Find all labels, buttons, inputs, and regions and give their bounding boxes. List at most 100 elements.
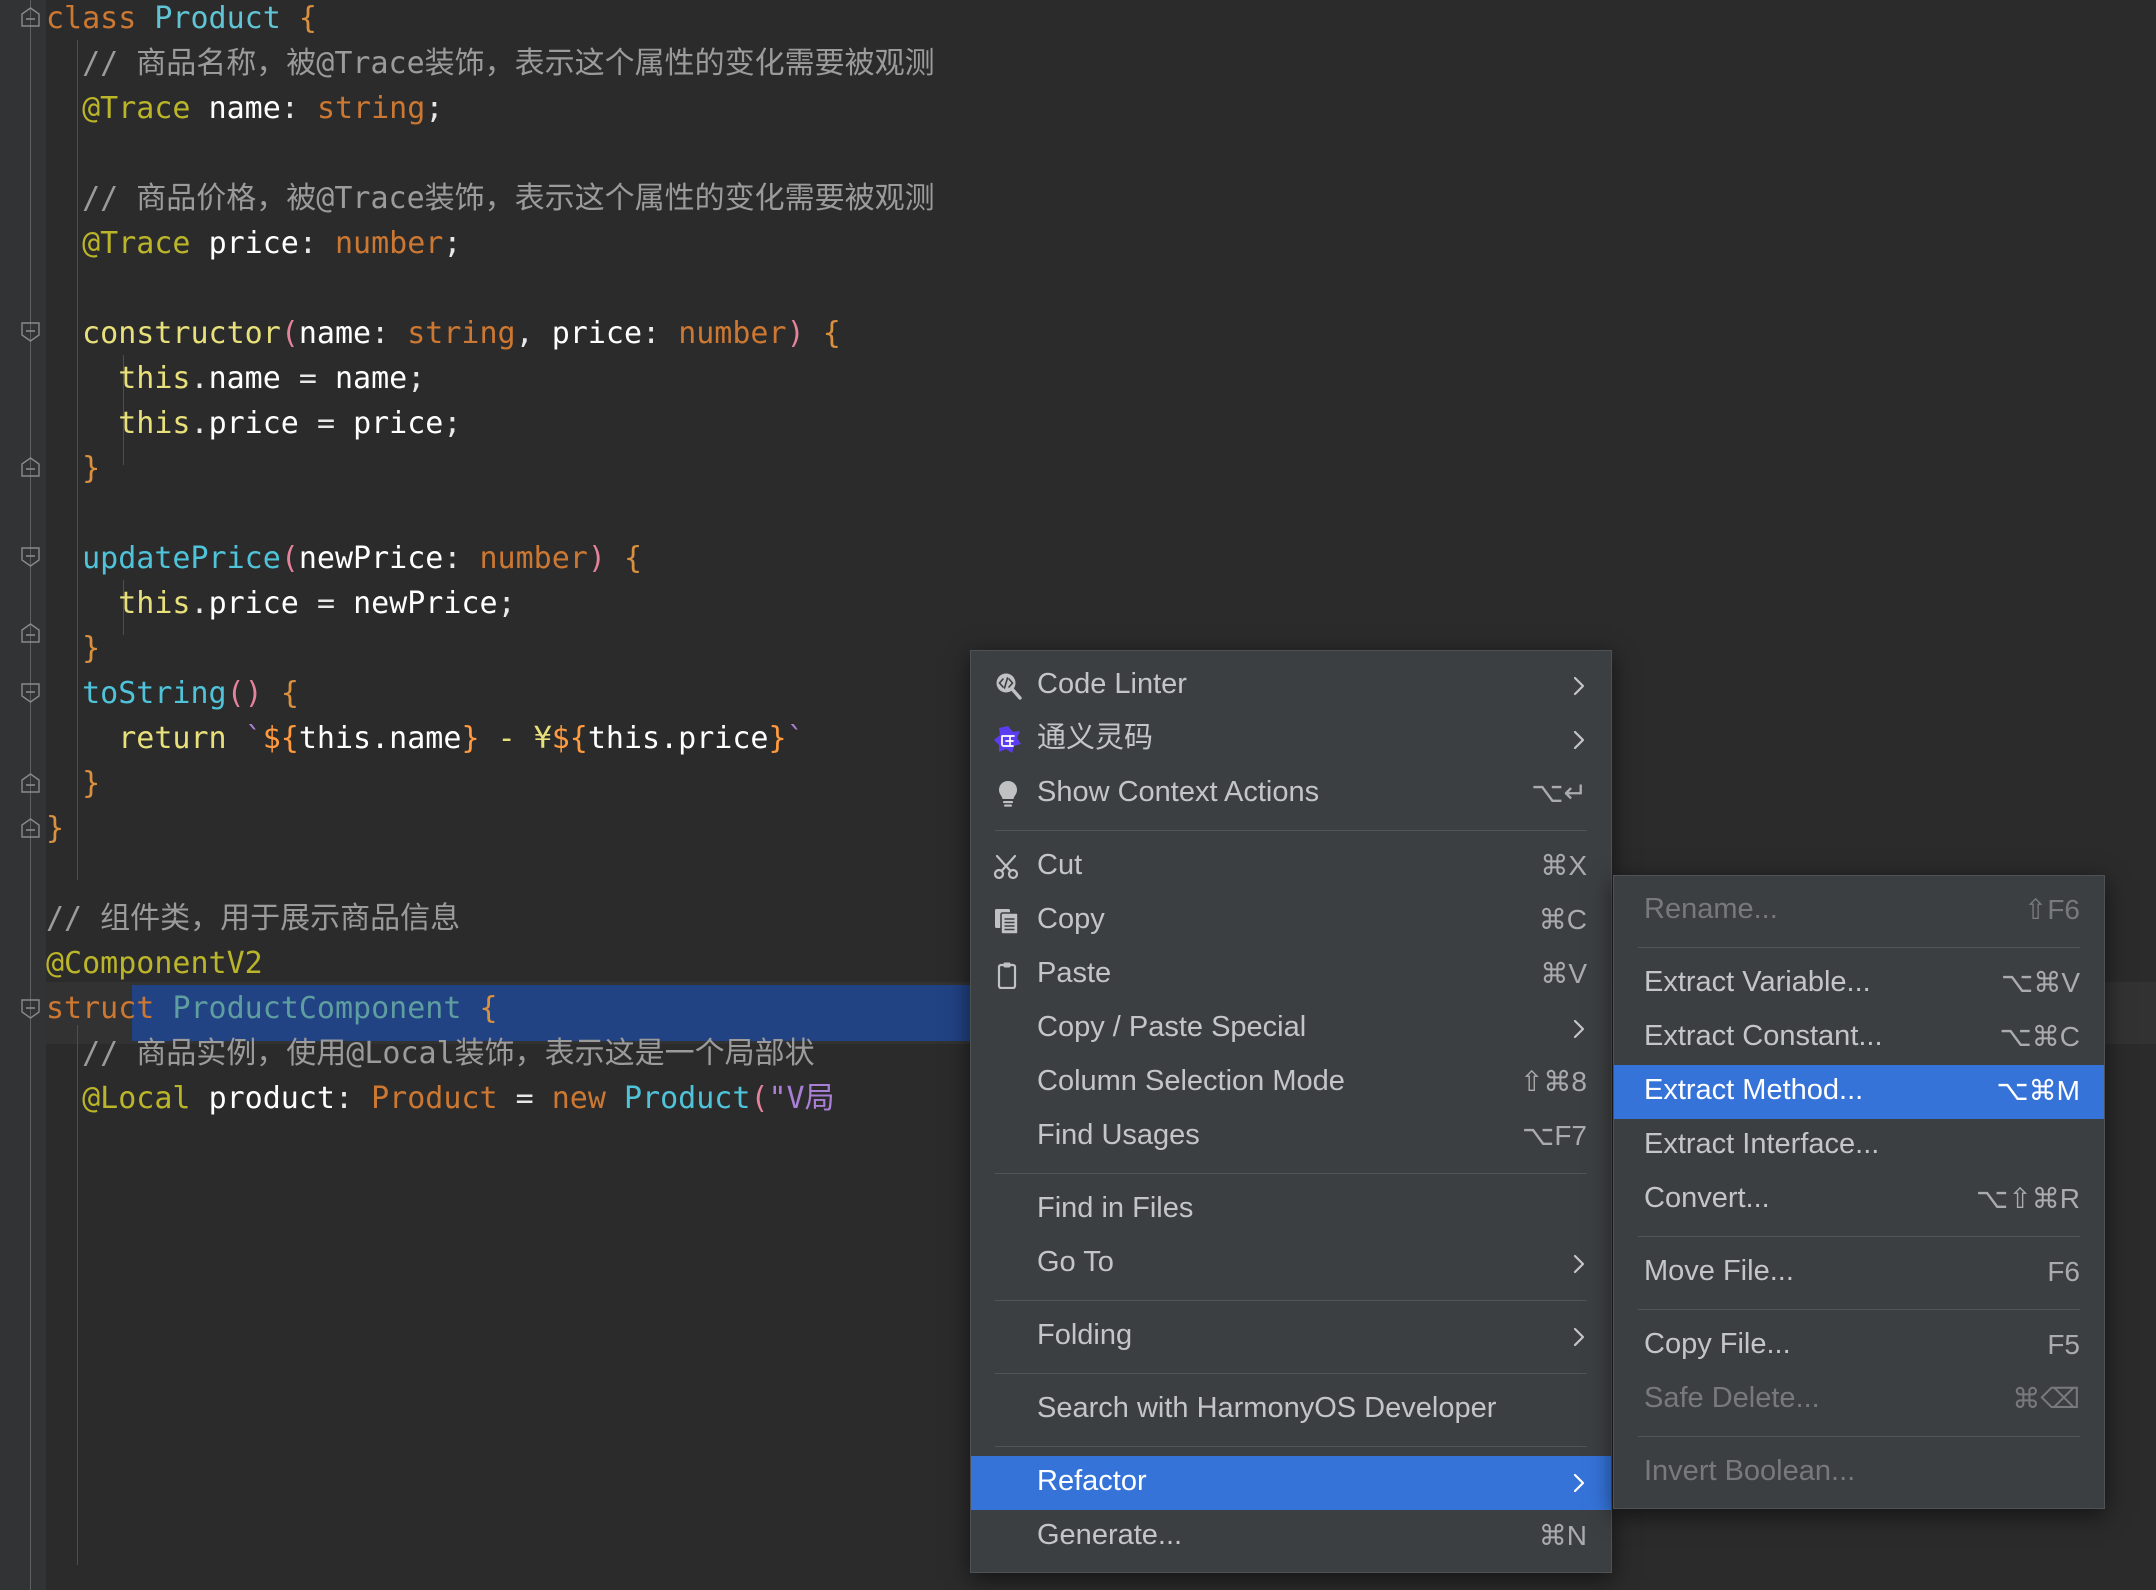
submenu-item-shortcut: F6 bbox=[2047, 1255, 2080, 1287]
menu-separator bbox=[1638, 947, 2080, 948]
submenu-item-move-file[interactable]: Move File... F6 bbox=[1614, 1246, 2104, 1300]
code-line-19: } bbox=[46, 811, 65, 846]
menu-item-go-to[interactable]: Go To bbox=[971, 1237, 1611, 1291]
menu-item-paste[interactable]: Paste ⌘V bbox=[971, 948, 1611, 1002]
submenu-item-label: Extract Variable... bbox=[1644, 966, 1871, 998]
menu-item-generate[interactable]: Generate... ⌘N bbox=[971, 1510, 1611, 1564]
submenu-item-label: Extract Interface... bbox=[1644, 1128, 1880, 1160]
code-line-25: @Local product: Product = new Product("V… bbox=[82, 1081, 835, 1116]
menu-item-label: Go To bbox=[1037, 1246, 1114, 1278]
menu-item-label: Folding bbox=[1037, 1319, 1133, 1351]
refactor-submenu[interactable]: Rename... ⇧F6 Extract Variable... ⌥⌘V Ex… bbox=[1613, 875, 2105, 1509]
menu-item-shortcut: ⌘V bbox=[1540, 957, 1587, 989]
submenu-item-shortcut: ⌥⌘V bbox=[2001, 966, 2080, 998]
gutter-divider bbox=[30, 0, 31, 1590]
submenu-item-label: Extract Constant... bbox=[1644, 1020, 1883, 1052]
menu-separator bbox=[995, 1446, 1587, 1447]
chevron-right-icon bbox=[1571, 1018, 1587, 1040]
fold-marker-update-price-end[interactable] bbox=[19, 622, 42, 645]
code-line-11: } bbox=[82, 451, 101, 486]
menu-item-copy[interactable]: Copy ⌘C bbox=[971, 894, 1611, 948]
submenu-item-label: Convert... bbox=[1644, 1182, 1770, 1214]
menu-item-column-selection-mode[interactable]: Column Selection Mode ⇧⌘8 bbox=[971, 1056, 1611, 1110]
chevron-right-icon bbox=[1571, 1472, 1587, 1494]
menu-item-code-linter[interactable]: Code Linter bbox=[971, 659, 1611, 713]
menu-item-refactor[interactable]: Refactor bbox=[971, 1456, 1611, 1510]
menu-item-label: Code Linter bbox=[1037, 668, 1187, 700]
code-line-10: this.price = price; bbox=[118, 406, 462, 441]
context-menu[interactable]: Code Linter 通义灵码 Show Context Actions ⌥↵… bbox=[970, 650, 1612, 1573]
submenu-item-rename[interactable]: Rename... ⇧F6 bbox=[1614, 884, 2104, 938]
menu-separator bbox=[995, 1373, 1587, 1374]
submenu-item-extract-interface[interactable]: Extract Interface... bbox=[1614, 1119, 2104, 1173]
menu-separator bbox=[995, 1300, 1587, 1301]
menu-item-cut[interactable]: Cut ⌘X bbox=[971, 840, 1611, 894]
code-linter-icon bbox=[993, 671, 1037, 701]
menu-item-find-in-files[interactable]: Find in Files bbox=[971, 1183, 1611, 1237]
chevron-right-icon bbox=[1571, 729, 1587, 751]
fold-marker-to-string-end[interactable] bbox=[19, 772, 42, 795]
menu-item-label: Refactor bbox=[1037, 1465, 1147, 1497]
menu-item-label: Find Usages bbox=[1037, 1119, 1200, 1151]
menu-item-tongyi-lingma[interactable]: 通义灵码 bbox=[971, 713, 1611, 767]
submenu-item-label: Rename... bbox=[1644, 893, 1778, 925]
submenu-item-shortcut: F5 bbox=[2047, 1328, 2080, 1360]
scissors-icon bbox=[993, 853, 1037, 881]
submenu-item-safe-delete[interactable]: Safe Delete... ⌘⌫ bbox=[1614, 1373, 2104, 1427]
submenu-item-label: Move File... bbox=[1644, 1255, 1794, 1287]
fold-marker-constructor[interactable] bbox=[19, 320, 42, 343]
menu-item-find-usages[interactable]: Find Usages ⌥F7 bbox=[971, 1110, 1611, 1164]
submenu-item-label: Copy File... bbox=[1644, 1328, 1791, 1360]
menu-item-shortcut: ⌥↵ bbox=[1531, 776, 1587, 808]
menu-separator bbox=[1638, 1236, 2080, 1237]
menu-item-label: Copy bbox=[1037, 903, 1105, 935]
menu-item-label: Cut bbox=[1037, 849, 1083, 881]
fold-marker-constructor-end[interactable] bbox=[19, 456, 42, 479]
menu-separator bbox=[995, 830, 1587, 831]
submenu-item-shortcut: ⌥⌘C bbox=[1999, 1020, 2081, 1052]
menu-item-label: Copy / Paste Special bbox=[1037, 1011, 1307, 1043]
menu-item-copy-paste-special[interactable]: Copy / Paste Special bbox=[971, 1002, 1611, 1056]
menu-item-folding[interactable]: Folding bbox=[971, 1310, 1611, 1364]
submenu-item-label: Safe Delete... bbox=[1644, 1382, 1820, 1414]
submenu-item-extract-constant[interactable]: Extract Constant... ⌥⌘C bbox=[1614, 1011, 2104, 1065]
menu-item-label: Column Selection Mode bbox=[1037, 1065, 1345, 1097]
code-line-6: @Trace price: number; bbox=[82, 226, 462, 261]
menu-item-show-context-actions[interactable]: Show Context Actions ⌥↵ bbox=[971, 767, 1611, 821]
fold-marker-class-end[interactable] bbox=[19, 817, 42, 840]
chevron-right-icon bbox=[1571, 1253, 1587, 1275]
code-line-3: @Trace name: string; bbox=[82, 91, 444, 126]
submenu-item-extract-method[interactable]: Extract Method... ⌥⌘M bbox=[1614, 1065, 2104, 1119]
code-line-17-selected: return `${this.name} - ¥${this.price}` bbox=[118, 721, 805, 756]
menu-item-label: Generate... bbox=[1037, 1519, 1183, 1551]
chevron-right-icon bbox=[1571, 675, 1587, 697]
menu-item-label: Paste bbox=[1037, 957, 1112, 989]
menu-item-label: Show Context Actions bbox=[1037, 776, 1320, 808]
menu-separator bbox=[1638, 1436, 2080, 1437]
tongyi-lingma-icon bbox=[993, 725, 1037, 755]
menu-item-shortcut: ⌥F7 bbox=[1522, 1119, 1587, 1151]
submenu-item-label: Invert Boolean... bbox=[1644, 1455, 1856, 1487]
editor-gutter bbox=[0, 0, 46, 1590]
menu-item-label: Find in Files bbox=[1037, 1192, 1194, 1224]
fold-marker-class[interactable] bbox=[19, 6, 42, 29]
clipboard-icon bbox=[993, 961, 1037, 989]
menu-separator bbox=[995, 1173, 1587, 1174]
fold-marker-to-string[interactable] bbox=[19, 681, 42, 704]
menu-item-shortcut: ⌘C bbox=[1538, 903, 1587, 935]
code-line-14: this.price = newPrice; bbox=[118, 586, 516, 621]
submenu-item-label: Extract Method... bbox=[1644, 1074, 1864, 1106]
submenu-item-convert[interactable]: Convert... ⌥⇧⌘R bbox=[1614, 1173, 2104, 1227]
submenu-item-shortcut: ⌥⇧⌘R bbox=[1976, 1182, 2080, 1214]
menu-item-search-harmonyos-developer[interactable]: Search with HarmonyOS Developer bbox=[971, 1383, 1611, 1437]
menu-item-label: 通义灵码 bbox=[1037, 722, 1154, 754]
submenu-item-shortcut: ⌘⌫ bbox=[2012, 1382, 2080, 1414]
fold-marker-struct[interactable] bbox=[19, 997, 42, 1020]
submenu-item-copy-file[interactable]: Copy File... F5 bbox=[1614, 1319, 2104, 1373]
fold-marker-update-price[interactable] bbox=[19, 545, 42, 568]
chevron-right-icon bbox=[1571, 1326, 1587, 1348]
submenu-item-invert-boolean[interactable]: Invert Boolean... bbox=[1614, 1446, 2104, 1500]
submenu-item-extract-variable[interactable]: Extract Variable... ⌥⌘V bbox=[1614, 957, 2104, 1011]
menu-item-shortcut: ⌘X bbox=[1540, 849, 1587, 881]
lightbulb-icon bbox=[993, 779, 1037, 809]
